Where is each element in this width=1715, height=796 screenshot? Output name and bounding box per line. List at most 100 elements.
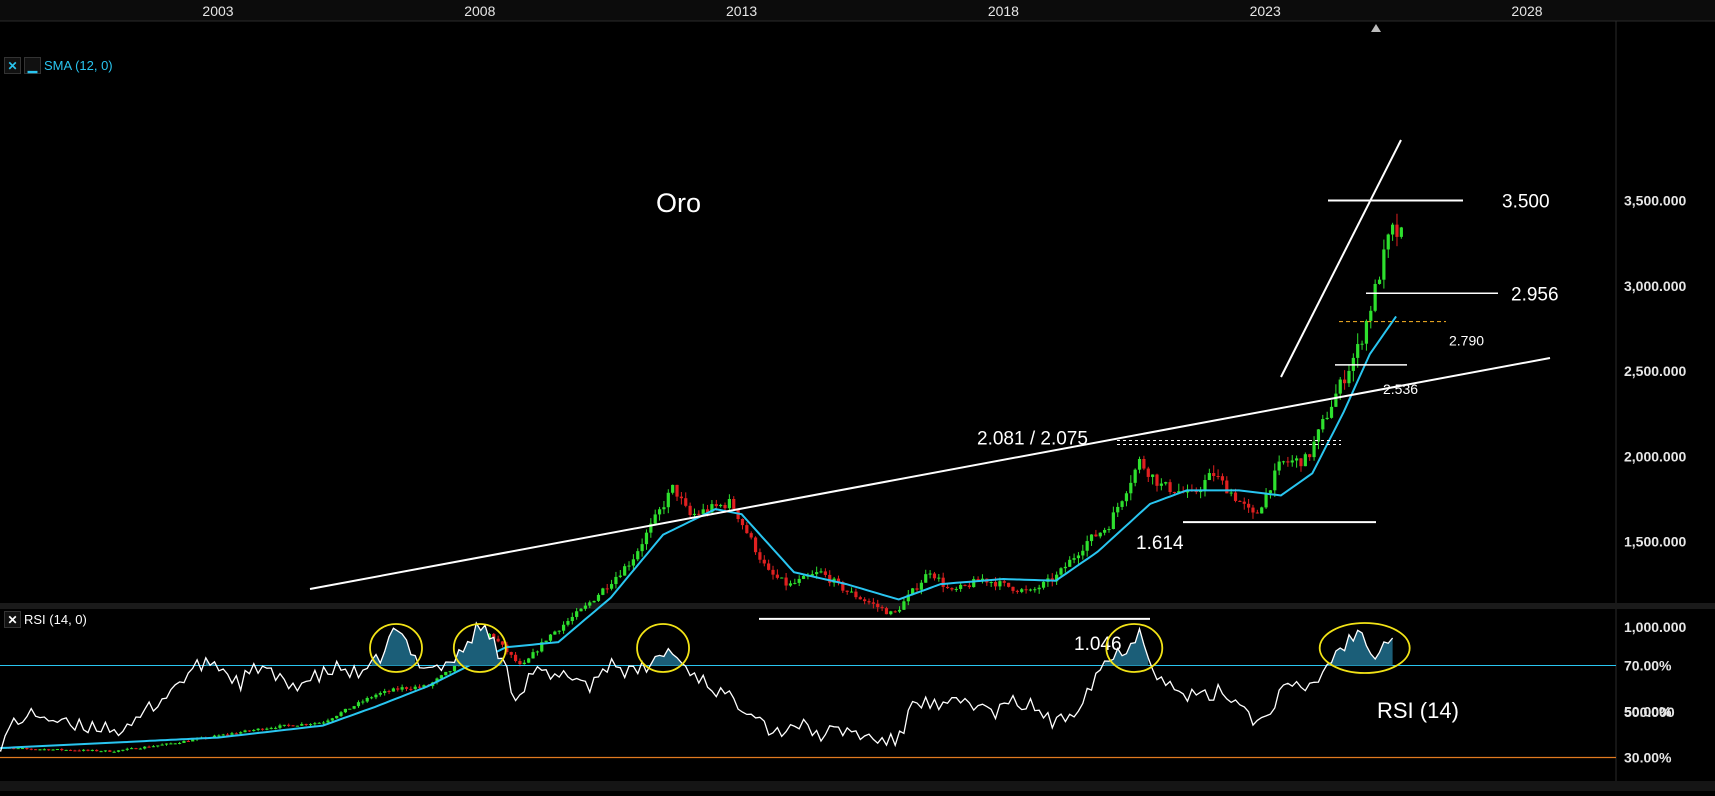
sma-label: SMA (12, 0)	[44, 58, 113, 73]
candle-body	[1281, 461, 1286, 463]
candle-body	[902, 601, 906, 610]
candle-body	[1225, 480, 1229, 494]
candle-body	[745, 525, 749, 534]
candle-body	[954, 588, 958, 590]
candle-body	[509, 652, 513, 655]
candle-body	[531, 652, 535, 659]
candle-body	[950, 588, 954, 590]
candle-body	[278, 725, 282, 728]
candle-body	[1007, 582, 1011, 587]
candle-body	[753, 537, 758, 553]
candle-body	[1229, 492, 1233, 494]
candle-body	[518, 661, 522, 665]
candle-body	[775, 574, 779, 578]
candle-body	[404, 687, 409, 689]
candle-body	[1133, 469, 1137, 483]
candle-body	[614, 576, 618, 585]
rsi-tick-label: 30.00%	[1624, 750, 1672, 766]
candle-body	[876, 603, 880, 608]
candle-body	[1033, 589, 1037, 591]
candle-body	[1094, 534, 1098, 537]
level-label: 2.790	[1449, 333, 1484, 349]
candle-body	[496, 638, 500, 642]
candle-body	[1277, 461, 1281, 471]
candle-body	[871, 602, 875, 604]
candle-body	[605, 588, 609, 590]
candle-body	[1373, 283, 1377, 311]
candle-body	[618, 575, 622, 577]
candle-body	[1247, 503, 1251, 508]
candle-body	[627, 565, 631, 567]
candle-body	[1399, 227, 1403, 237]
candle-body	[845, 590, 849, 592]
candle-body	[601, 588, 605, 595]
candle-body	[561, 624, 566, 631]
candle-body	[714, 504, 718, 507]
candle-body	[823, 571, 827, 575]
candle-body	[234, 733, 238, 735]
candle-body	[583, 605, 587, 609]
candle-body	[308, 724, 313, 726]
candle-body	[400, 687, 404, 690]
candle-body	[1391, 224, 1395, 235]
candle-body	[553, 631, 557, 635]
candle-body	[125, 748, 129, 750]
candle-body	[352, 706, 356, 709]
candle-body	[77, 750, 81, 752]
candle-body	[666, 492, 670, 508]
x-tick-label: 2013	[726, 3, 757, 19]
candle-body	[147, 746, 151, 748]
y-tick-label: 2,500.000	[1624, 363, 1686, 379]
candle-body	[1382, 249, 1386, 280]
candle-body	[998, 581, 1002, 587]
candle-body	[1316, 429, 1321, 442]
candle-body	[99, 751, 103, 753]
candle-body	[1015, 590, 1019, 592]
rsi-tick-label: 70.00%	[1624, 658, 1672, 674]
candle-body	[657, 509, 662, 515]
level-label: 3.500	[1502, 192, 1550, 213]
candle-body	[243, 730, 247, 733]
rsi-indicator-badge: ✕ RSI (14, 0)	[4, 611, 87, 628]
candle-body	[535, 651, 539, 653]
candle-body	[1395, 224, 1399, 237]
candle-body	[762, 559, 766, 564]
candle-body	[1098, 532, 1102, 537]
candle-body	[20, 748, 25, 750]
candle-body	[391, 688, 396, 692]
candle-body	[335, 715, 339, 719]
candle-body	[819, 571, 823, 573]
candle-body	[889, 611, 893, 615]
candle-body	[1068, 559, 1072, 567]
candle-body	[339, 712, 343, 716]
candle-body	[343, 708, 348, 713]
candle-body	[73, 750, 77, 752]
candle-body	[1146, 468, 1150, 477]
close-icon[interactable]: ✕	[4, 611, 21, 628]
candle-body	[801, 575, 806, 579]
candle-body	[1085, 541, 1089, 551]
candle-body	[313, 723, 317, 725]
candle-body	[378, 692, 382, 695]
candle-body	[575, 611, 579, 617]
minimize-icon[interactable]: ▁	[24, 57, 41, 74]
level-label: 2.536	[1383, 381, 1418, 397]
candle-body	[1159, 483, 1163, 486]
close-icon[interactable]: ✕	[4, 57, 21, 74]
candle-body	[300, 724, 304, 726]
candle-body	[692, 513, 697, 516]
candle-body	[173, 743, 177, 745]
candle-body	[164, 743, 169, 745]
candle-body	[967, 585, 971, 588]
candle-body	[25, 748, 29, 750]
candle-body	[1072, 558, 1076, 560]
x-tick-label: 2023	[1250, 3, 1281, 19]
candle-body	[108, 750, 112, 752]
candle-body	[452, 665, 457, 672]
candle-body	[1386, 234, 1390, 250]
time-axis-bar	[0, 0, 1715, 21]
candle-body	[671, 484, 675, 493]
candle-body	[679, 496, 683, 499]
candle-body	[387, 691, 391, 693]
candle-body	[112, 751, 116, 753]
